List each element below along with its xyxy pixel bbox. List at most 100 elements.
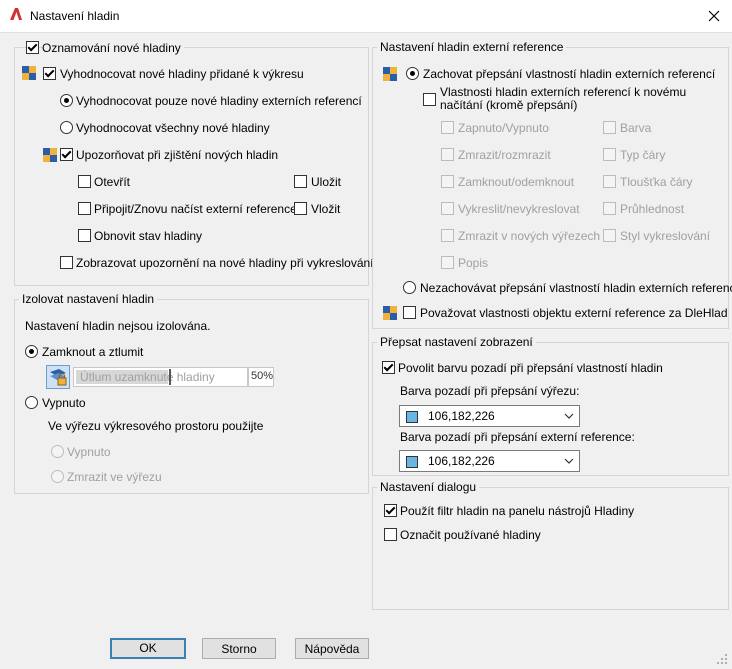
close-button[interactable] bbox=[702, 4, 726, 28]
prop-on-off-checkbox[interactable] bbox=[441, 121, 454, 134]
save-label: Uložit bbox=[311, 175, 342, 189]
isolate-status-text: Nastavení hladin nejsou izolována. bbox=[25, 319, 211, 333]
lock-fade-label: Zamknout a ztlumit bbox=[42, 345, 144, 359]
prop-description-checkbox[interactable] bbox=[441, 256, 454, 269]
dont-retain-label: Nezachovávat přepsání vlastností hladin … bbox=[420, 281, 732, 295]
evaluate-xref-only-radio[interactable] bbox=[60, 94, 73, 107]
reload-props-checkbox[interactable] bbox=[423, 93, 436, 106]
insert-checkbox[interactable] bbox=[294, 202, 307, 215]
save-checkbox[interactable] bbox=[294, 175, 307, 188]
chevron-down-icon bbox=[564, 458, 574, 464]
retain-overrides-radio[interactable] bbox=[406, 67, 419, 80]
prop-linetype-label: Typ čáry bbox=[620, 148, 666, 162]
prop-color-label: Barva bbox=[620, 121, 652, 135]
dont-retain-radio[interactable] bbox=[403, 281, 416, 294]
insert-label: Vložit bbox=[311, 202, 341, 216]
vp-bg-color-swatch bbox=[406, 411, 418, 423]
prop-transparency-checkbox[interactable] bbox=[603, 202, 616, 215]
evaluate-new-layers-label: Vyhodnocovat nové hladiny přidané k výkr… bbox=[60, 67, 304, 81]
notify-new-layers-checkbox[interactable] bbox=[60, 148, 73, 161]
fade-slider-placeholder: Útlum uzamknuté hladiny bbox=[80, 370, 215, 384]
lock-fade-radio[interactable] bbox=[25, 345, 38, 358]
viewport-note: Ve výřezu výkresového prostoru použijte bbox=[48, 419, 264, 433]
warn-on-plot-checkbox[interactable] bbox=[60, 256, 73, 269]
autocad-app-icon bbox=[10, 8, 22, 20]
warn-on-plot-label: Zobrazovat upozornění na nové hladiny př… bbox=[76, 256, 374, 270]
vp-off-radio[interactable] bbox=[51, 445, 64, 458]
vp-freeze-label: Zmrazit ve výřezu bbox=[67, 470, 162, 484]
prop-color-checkbox[interactable] bbox=[603, 121, 616, 134]
window-title: Nastavení hladin bbox=[30, 9, 120, 23]
prop-plot-checkbox[interactable] bbox=[441, 202, 454, 215]
ok-button[interactable]: OK bbox=[110, 638, 186, 659]
xref-bg-color-label: Barva pozadí při přepsání externí refere… bbox=[400, 430, 635, 444]
dlehlad-icon bbox=[383, 306, 397, 320]
attach-reload-label: Připojit/Znovu načíst externí reference bbox=[94, 202, 297, 216]
enable-bg-color-checkbox[interactable] bbox=[382, 361, 395, 374]
prop-lineweight-label: Tloušťka čáry bbox=[620, 175, 693, 189]
restore-layer-state-checkbox[interactable] bbox=[78, 229, 91, 242]
xref-settings-title: Nastavení hladin externí reference bbox=[377, 40, 567, 54]
apply-filter-checkbox[interactable] bbox=[384, 504, 397, 517]
xref-bg-color-swatch bbox=[406, 456, 418, 468]
vp-bg-color-dropdown[interactable]: 106,182,226 bbox=[399, 405, 580, 427]
vp-freeze-radio[interactable] bbox=[51, 470, 64, 483]
help-button[interactable]: Nápověda bbox=[295, 638, 369, 659]
vp-off-label: Vypnuto bbox=[67, 445, 111, 459]
prop-plotstyle-label: Styl vykreslování bbox=[620, 229, 711, 243]
title-bar: Nastavení hladin bbox=[0, 0, 732, 33]
prop-lineweight-checkbox[interactable] bbox=[603, 175, 616, 188]
isolate-off-label: Vypnuto bbox=[42, 396, 86, 410]
isolate-off-radio[interactable] bbox=[25, 396, 38, 409]
lock-fade-icon-box bbox=[46, 365, 70, 389]
enable-bg-color-label: Povolit barvu pozadí při přepsání vlastn… bbox=[398, 361, 663, 375]
open-checkbox[interactable] bbox=[78, 175, 91, 188]
chevron-down-icon bbox=[564, 413, 574, 419]
prop-plotstyle-checkbox[interactable] bbox=[603, 229, 616, 242]
prop-lock-checkbox[interactable] bbox=[441, 175, 454, 188]
prop-lock-label: Zamknout/odemknout bbox=[458, 175, 575, 189]
new-layer-notification-group bbox=[14, 47, 369, 286]
treat-bylayer-label: Považovat vlastnosti objektu externí ref… bbox=[420, 306, 728, 320]
cancel-button[interactable]: Storno bbox=[202, 638, 276, 659]
apply-filter-label: Použít filtr hladin na panelu nástrojů H… bbox=[400, 504, 635, 518]
notify-layers-icon bbox=[43, 148, 57, 162]
prop-linetype-checkbox[interactable] bbox=[603, 148, 616, 161]
evaluate-new-layers-checkbox[interactable] bbox=[43, 67, 56, 80]
new-layer-notification-label: Oznamování nové hladiny bbox=[42, 41, 184, 55]
notify-new-layers-label: Upozorňovat při zjištění nových hladin bbox=[76, 148, 279, 162]
treat-bylayer-checkbox[interactable] bbox=[403, 306, 416, 319]
vp-bg-color-value: 106,182,226 bbox=[428, 409, 495, 423]
evaluate-all-radio[interactable] bbox=[60, 121, 73, 134]
retain-overrides-label: Zachovat přepsání vlastností hladin exte… bbox=[423, 67, 716, 81]
reload-props-line2: načítání (kromě přepsání) bbox=[440, 98, 578, 112]
fade-slider-thumb[interactable] bbox=[169, 369, 171, 385]
prop-freeze-label: Zmrazit/rozmrazit bbox=[458, 148, 551, 162]
vp-bg-color-label: Barva pozadí při přepsání výřezu: bbox=[400, 384, 580, 398]
xref-layer-icon bbox=[383, 67, 397, 81]
resize-grip-icon[interactable] bbox=[716, 653, 728, 665]
xref-bg-color-value: 106,182,226 bbox=[428, 454, 495, 468]
mark-used-checkbox[interactable] bbox=[384, 528, 397, 541]
prop-vp-freeze-label: Zmrazit v nových výřezech bbox=[458, 229, 601, 243]
isolate-settings-title: Izolovat nastavení hladin bbox=[19, 292, 158, 306]
locked-layer-fade-icon bbox=[50, 369, 67, 386]
reload-props-line1: Vlastnosti hladin externích referencí k … bbox=[440, 85, 687, 99]
fade-value-input[interactable]: 50% bbox=[248, 367, 274, 387]
prop-freeze-checkbox[interactable] bbox=[441, 148, 454, 161]
new-layer-notification-checkbox[interactable] bbox=[26, 41, 39, 54]
open-label: Otevřít bbox=[94, 175, 131, 189]
dialog-settings-title: Nastavení dialogu bbox=[377, 480, 480, 494]
layer-notify-icon bbox=[22, 66, 36, 80]
fade-slider-track[interactable]: Útlum uzamknuté hladiny bbox=[73, 367, 248, 387]
mark-used-label: Označit používané hladiny bbox=[400, 528, 541, 542]
xref-bg-color-dropdown[interactable]: 106,182,226 bbox=[399, 450, 580, 472]
fade-value-text: 50% bbox=[251, 370, 274, 382]
attach-reload-checkbox[interactable] bbox=[78, 202, 91, 215]
prop-vp-freeze-checkbox[interactable] bbox=[441, 229, 454, 242]
prop-on-off-label: Zapnuto/Vypnuto bbox=[458, 121, 549, 135]
evaluate-all-label: Vyhodnocovat všechny nové hladiny bbox=[76, 121, 270, 135]
restore-layer-state-label: Obnovit stav hladiny bbox=[94, 229, 203, 243]
evaluate-xref-only-label: Vyhodnocovat pouze nové hladiny externíc… bbox=[76, 94, 362, 108]
prop-transparency-label: Průhlednost bbox=[620, 202, 685, 216]
